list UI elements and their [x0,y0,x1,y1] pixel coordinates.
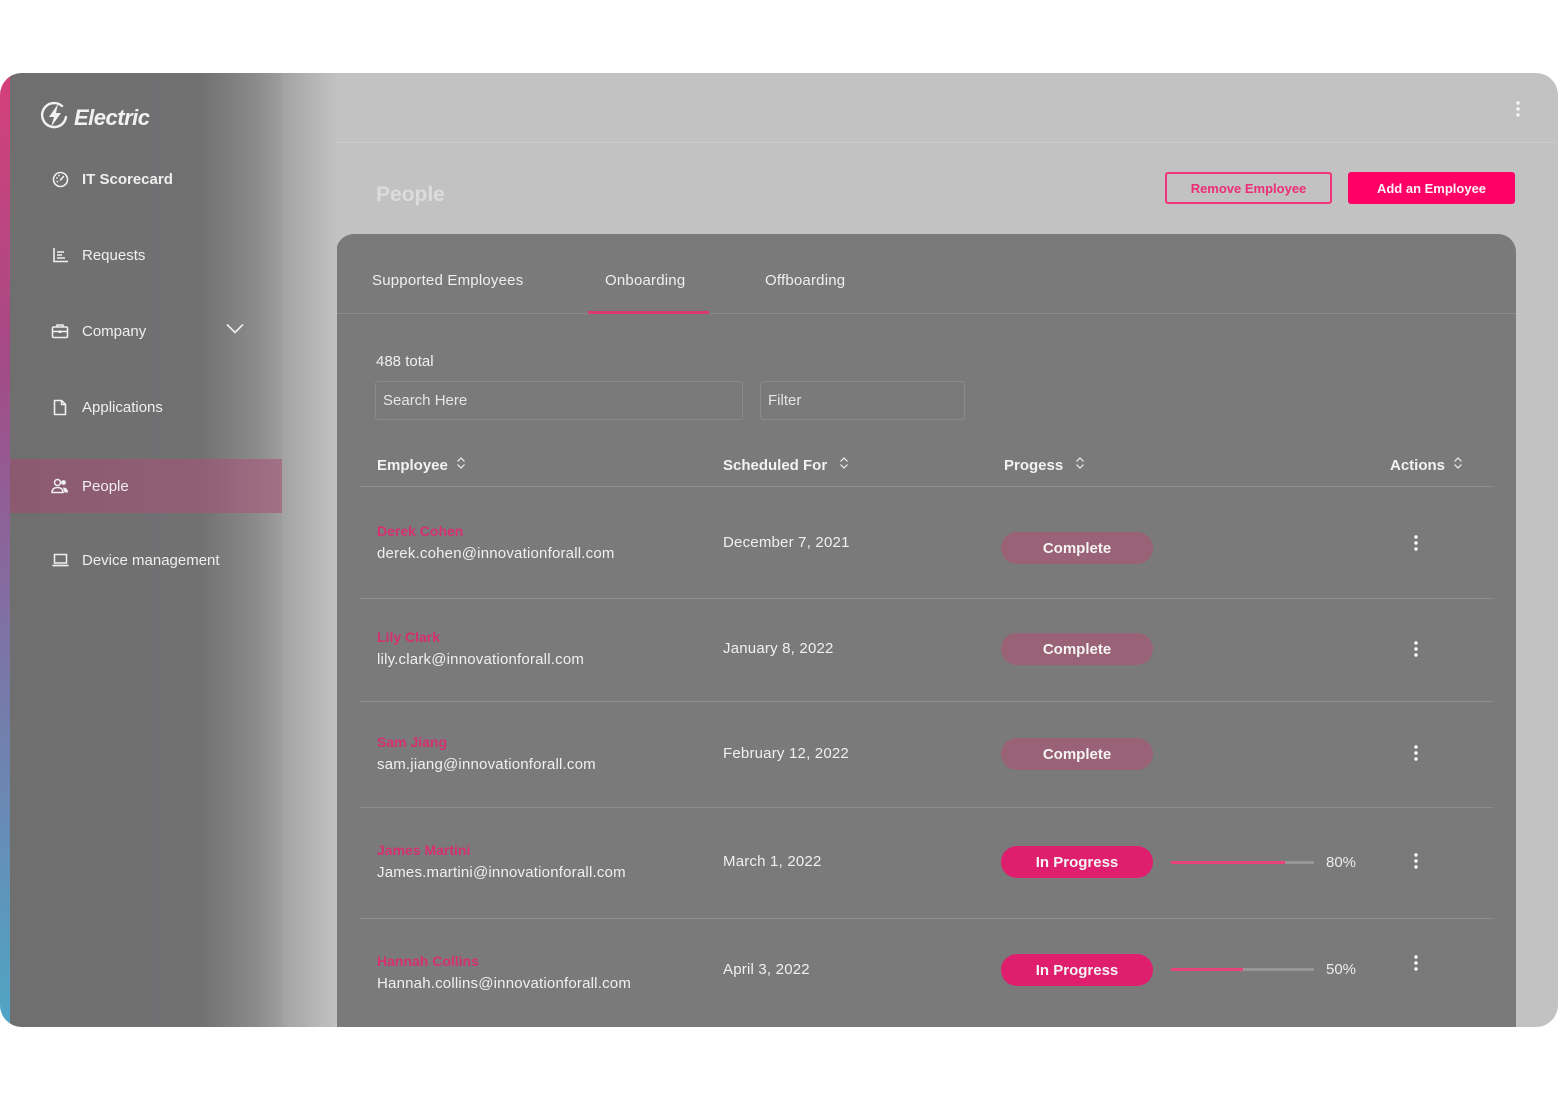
column-header-employee[interactable]: Employee [377,456,466,474]
employee-name[interactable]: Hannah Collins [377,953,479,969]
column-label: Scheduled For [723,456,828,474]
scheduled-date: April 3, 2022 [723,961,810,978]
brand-logo[interactable]: Electric [40,100,150,135]
sidebar-item-it-scorecard[interactable]: IT Scorecard [10,152,282,206]
people-panel: Supported Employees Onboarding Offboardi… [336,234,1516,1027]
employee-email: Hannah.collins@innovationforall.com [377,975,632,992]
column-label: Employee [377,456,448,474]
table-row[interactable]: Hannah Collins Hannah.collins@innovation… [360,919,1493,1027]
column-header-scheduled-for[interactable]: Scheduled For [723,456,849,474]
status-badge: Complete [1001,633,1153,665]
employee-email: lily.clark@innovationforall.com [377,651,585,668]
laptop-icon [51,551,69,569]
row-actions-kebab-icon[interactable] [1414,535,1418,556]
page-title: People [376,183,445,206]
sort-icon [1075,456,1085,474]
progress-bar-fill [1171,861,1286,864]
sort-icon [456,456,466,474]
accent-stripe [0,73,10,1027]
employee-name[interactable]: Derek Cohen [377,523,463,539]
employee-name[interactable]: Sam Jiang [377,734,447,750]
lightning-bolt-icon [40,100,70,135]
kebab-menu-icon[interactable] [1516,101,1520,122]
row-actions-kebab-icon[interactable] [1414,745,1418,766]
document-icon [51,398,69,416]
sidebar-item-label: IT Scorecard [82,170,173,188]
status-badge: Complete [1001,738,1153,770]
brand-name: Electric [74,104,150,130]
chevron-down-icon[interactable] [226,321,244,338]
people-icon [51,477,69,495]
filter-input[interactable] [760,381,965,420]
employee-email: James.martini@innovationforall.com [377,864,626,881]
row-actions-kebab-icon[interactable] [1414,955,1418,976]
column-header-progress[interactable]: Progess [1004,456,1085,474]
sidebar-edge [282,73,337,1027]
sidebar-item-company[interactable]: Company [10,304,282,358]
progress-bar [1171,968,1314,971]
add-employee-button[interactable]: Add an Employee [1348,172,1515,204]
briefcase-icon [51,322,69,340]
sidebar-item-label: Applications [82,398,163,416]
tab-offboarding[interactable]: Offboarding [765,272,845,289]
status-badge: In Progress [1001,846,1153,878]
sidebar-item-people[interactable]: People [10,459,282,513]
table-row[interactable]: Sam Jiang sam.jiang@innovationforall.com… [360,702,1493,808]
status-badge: Complete [1001,532,1153,564]
scheduled-date: February 12, 2022 [723,745,849,762]
scheduled-date: December 7, 2021 [723,534,850,551]
sidebar-item-label: Requests [82,246,146,264]
progress-percent: 80% [1326,854,1357,871]
sidebar-item-label: People [82,477,129,495]
sidebar-item-applications[interactable]: Applications [10,380,282,434]
total-count: 488 total [376,353,434,370]
remove-employee-button[interactable]: Remove Employee [1165,172,1332,204]
sidebar-item-label: Company [82,322,147,340]
sidebar-item-device-management[interactable]: Device management [10,533,282,587]
progress-bar [1171,861,1314,864]
table-row[interactable]: Lily Clark lily.clark@innovationforall.c… [360,599,1493,702]
scheduled-date: January 8, 2022 [723,640,834,657]
employee-email: sam.jiang@innovationforall.com [377,756,596,773]
sort-icon [839,456,849,474]
tab-onboarding[interactable]: Onboarding [605,272,685,289]
row-actions-kebab-icon[interactable] [1414,853,1418,874]
sidebar: Electric IT Scorecard Requests Company A… [10,73,282,1027]
employee-name[interactable]: James Martini [377,842,470,858]
sort-icon [1453,456,1463,474]
column-header-actions[interactable]: Actions [1390,456,1463,474]
tab-supported-employees[interactable]: Supported Employees [372,272,523,289]
search-input[interactable] [375,381,743,420]
gauge-icon [51,170,69,188]
row-actions-kebab-icon[interactable] [1414,641,1418,662]
employee-email: derek.cohen@innovationforall.com [377,545,615,562]
table-row[interactable]: James Martini James.martini@innovationfo… [360,808,1493,919]
progress-percent: 50% [1326,961,1357,978]
top-bar [282,73,1558,143]
sidebar-item-requests[interactable]: Requests [10,228,282,282]
column-label: Actions [1390,456,1446,474]
bar-list-icon [51,246,69,264]
active-tab-indicator [588,311,709,314]
app-window: Electric IT Scorecard Requests Company A… [0,73,1558,1027]
status-badge: In Progress [1001,954,1153,986]
scheduled-date: March 1, 2022 [723,853,822,870]
table-row[interactable]: Derek Cohen derek.cohen@innovationforall… [360,487,1493,599]
employee-name[interactable]: Lily Clark [377,629,440,645]
sidebar-item-label: Device management [82,551,220,569]
progress-bar-fill [1171,968,1243,971]
tab-bar: Supported Employees Onboarding Offboardi… [336,234,1516,314]
column-label: Progess [1004,456,1064,474]
